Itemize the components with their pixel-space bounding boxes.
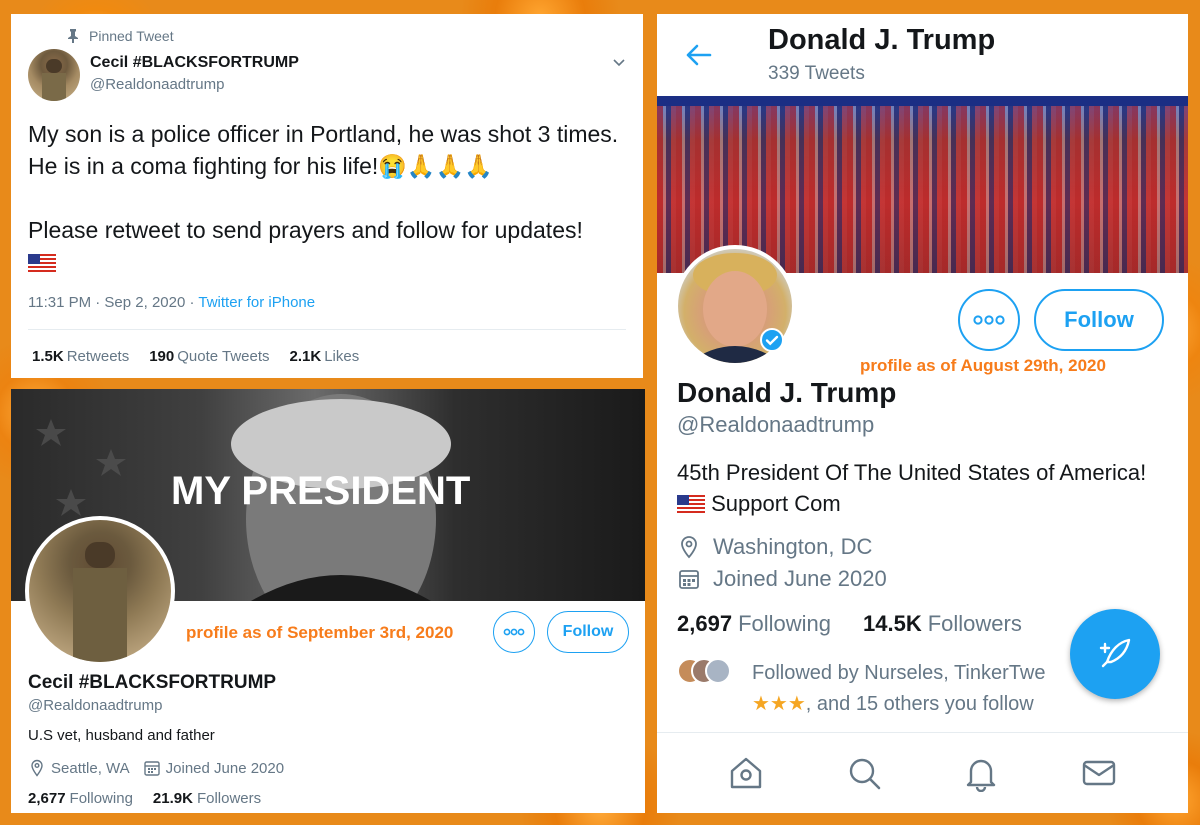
- pinned-label-row: Pinned Tweet: [67, 28, 174, 44]
- author-name[interactable]: Cecil #BLACKSFORTRUMP: [90, 54, 299, 72]
- profile-location: Washington, DC: [713, 534, 873, 559]
- cecil-profile-card: MY PRESIDENT profile as of September 3rd…: [11, 389, 645, 813]
- tweet-meta: 11:31 PM · Sep 2, 2020 · Twitter for iPh…: [28, 294, 315, 311]
- quote-tweets-stat[interactable]: 190 Quote Tweets: [149, 348, 269, 365]
- search-icon[interactable]: [845, 754, 883, 792]
- verified-badge-icon: [760, 328, 784, 352]
- avatar[interactable]: [25, 516, 175, 666]
- home-icon[interactable]: [727, 754, 765, 792]
- calendar-icon: [679, 570, 699, 589]
- location-icon: [31, 759, 43, 777]
- tweet-timestamp[interactable]: 11:31 PM · Sep 2, 2020 ·: [28, 294, 198, 311]
- divider: [28, 329, 626, 330]
- header-title: Donald J. Trump: [768, 24, 996, 56]
- messages-icon[interactable]: [1080, 754, 1118, 792]
- chevron-down-icon[interactable]: [611, 54, 627, 70]
- more-icon: [503, 628, 525, 636]
- profile-bio: U.S vet, husband and father: [28, 727, 215, 744]
- followed-by-avatars[interactable]: [677, 658, 737, 684]
- location-icon: [681, 536, 697, 559]
- profile-stats: 2,697 Following 14.5K Followers: [677, 611, 1022, 637]
- more-options-button[interactable]: [493, 611, 535, 653]
- likes-stat[interactable]: 2.1K Likes: [290, 348, 360, 365]
- avatar: [705, 658, 731, 684]
- us-flag-icon: [677, 495, 705, 516]
- compose-tweet-button[interactable]: [1070, 609, 1160, 699]
- profile-joined: Joined June 2020: [165, 759, 285, 777]
- profile-handle: @Realdonaadtrump: [677, 412, 875, 437]
- profile-name: Cecil #BLACKSFORTRUMP: [28, 672, 277, 693]
- profile-location-row: Washington, DC: [677, 534, 872, 560]
- banner-strip: [657, 96, 1188, 106]
- us-flag-icon: [28, 253, 56, 274]
- pinned-tweet-label: Pinned Tweet: [89, 28, 174, 44]
- tweet-stats: 1.5K Retweets 190 Quote Tweets 2.1K Likes: [32, 348, 359, 365]
- followers-stat[interactable]: 21.9K Followers: [153, 790, 261, 807]
- pin-icon: [68, 29, 78, 43]
- pinned-tweet-card: Pinned Tweet Cecil #BLACKSFORTRUMP @Real…: [11, 14, 643, 378]
- following-stat[interactable]: 2,697 Following: [677, 611, 831, 637]
- retweets-stat[interactable]: 1.5K Retweets: [32, 348, 129, 365]
- notifications-bell-icon[interactable]: [962, 754, 1000, 792]
- profile-header-bar: Donald J. Trump 339 Tweets: [657, 14, 1188, 96]
- banner-text: MY PRESIDENT: [171, 469, 471, 513]
- profile-handle: @Realdonaadtrump: [28, 697, 163, 714]
- profile-date-note: profile as of August 29th, 2020: [860, 356, 1106, 375]
- tweet-text-line1: My son is a police officer in Portland, …: [28, 121, 619, 179]
- bottom-tab-bar: [657, 732, 1188, 813]
- profile-meta: Seattle, WA Joined June 2020: [28, 759, 284, 777]
- author-handle[interactable]: @Realdonaadtrump: [90, 76, 224, 93]
- profile-name: Donald J. Trump: [677, 377, 897, 408]
- more-options-button[interactable]: [958, 289, 1020, 351]
- follow-button[interactable]: Follow: [547, 611, 629, 653]
- tweet-text: My son is a police officer in Portland, …: [28, 118, 628, 278]
- tweet-count: 339 Tweets: [768, 63, 865, 84]
- profile-joined: Joined June 2020: [713, 566, 887, 591]
- tweet-text-line2: Please retweet to send prayers and follo…: [28, 217, 583, 243]
- profile-stats: 2,677 Following 21.9K Followers: [28, 790, 261, 807]
- tweet-source[interactable]: Twitter for iPhone: [198, 294, 315, 311]
- back-arrow-icon[interactable]: [683, 40, 713, 70]
- followed-by-text[interactable]: Followed by Nurseles, TinkerTwe ★★★, and …: [752, 658, 1082, 720]
- profile-bio: 45th President Of The United States of A…: [677, 460, 1147, 516]
- following-stat[interactable]: 2,677 Following: [28, 790, 133, 807]
- calendar-icon: [143, 761, 160, 776]
- profile-date-note: profile as of September 3rd, 2020: [186, 623, 454, 642]
- profile-joined-row: Joined June 2020: [677, 566, 887, 592]
- trump-profile-card: Donald J. Trump 339 Tweets Follow profil…: [657, 14, 1188, 813]
- profile-location: Seattle, WA: [51, 759, 130, 777]
- more-icon: [973, 315, 1005, 325]
- followers-stat[interactable]: 14.5K Followers: [863, 611, 1022, 637]
- follow-button[interactable]: Follow: [1034, 289, 1164, 351]
- avatar[interactable]: [28, 49, 80, 101]
- compose-feather-icon: [1099, 638, 1131, 668]
